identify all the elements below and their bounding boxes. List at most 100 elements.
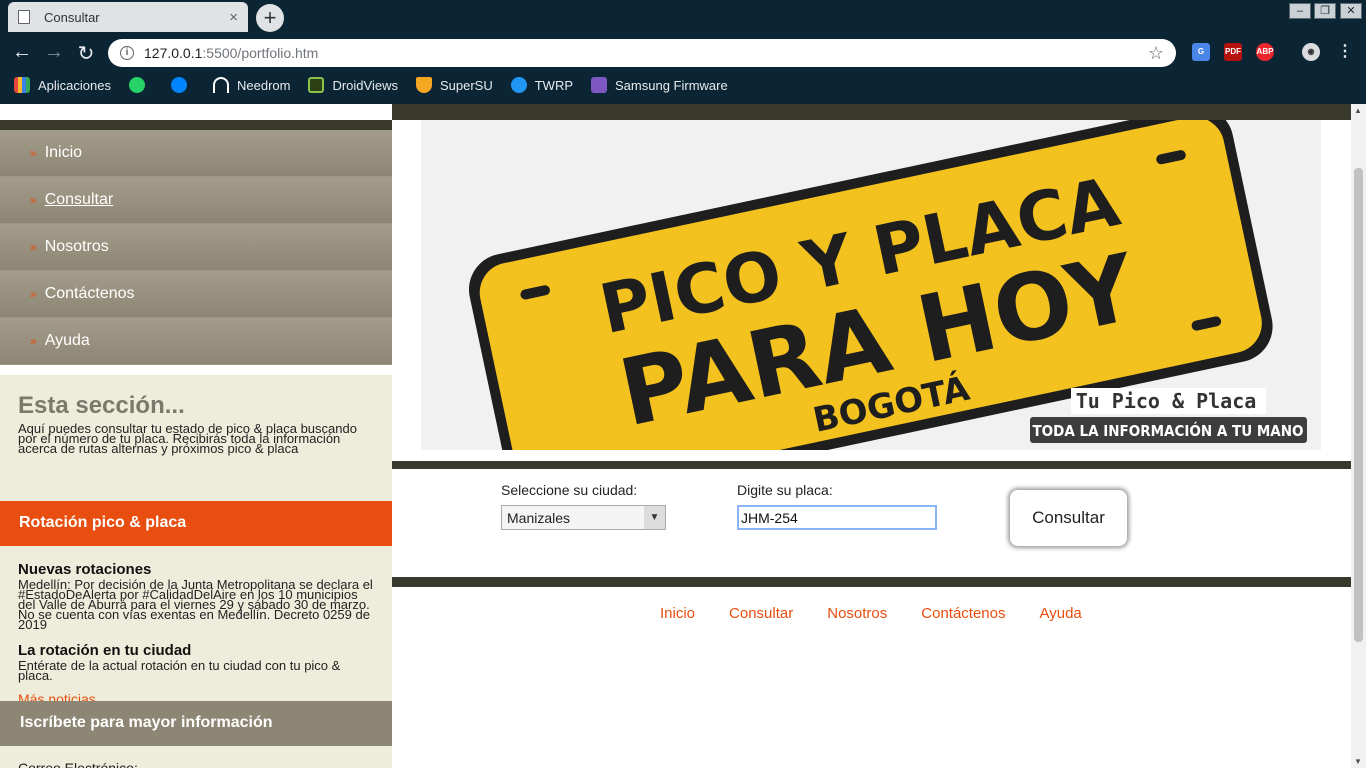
chevron-right-icon: » [30, 193, 37, 207]
sidebar-item-nosotros[interactable]: » Nosotros [0, 224, 392, 271]
news-title: La rotación en tu ciudad [18, 642, 192, 659]
new-tab-button[interactable]: + [256, 4, 284, 32]
footer-link-consultar[interactable]: Consultar [729, 605, 793, 622]
bookmarks-bar: Aplicaciones Needrom DroidViews SuperSU … [0, 72, 1366, 98]
consultar-button[interactable]: Consultar [1010, 490, 1127, 546]
restore-window-button[interactable]: ❐ [1314, 3, 1336, 19]
sidebar-dark-bar [0, 120, 392, 130]
footer-nav: Inicio Consultar Nosotros Contáctenos Ay… [660, 605, 1116, 622]
sidebar-item-label: Ayuda [44, 332, 90, 349]
news-text: Medellín: Por decisión de la Junta Metro… [18, 577, 373, 632]
banner-slogan1: Tu Pico & Placa [1076, 389, 1257, 413]
close-window-button[interactable]: ✕ [1340, 3, 1362, 19]
bookmark-aplicaciones[interactable]: Aplicaciones [14, 77, 111, 93]
twrp-icon [510, 77, 527, 93]
bookmark-droidviews[interactable]: DroidViews [308, 77, 398, 93]
header-dark-bar [392, 104, 1351, 120]
bookmark-label: Needrom [237, 77, 291, 93]
sidebar-item-label: Consultar [44, 191, 114, 208]
bookmark-label: Aplicaciones [38, 77, 111, 93]
city-label: Seleccione su ciudad: [501, 482, 638, 498]
scroll-up-arrow-icon[interactable]: ▲ [1354, 106, 1362, 115]
main-content: PICO Y PLACA PARA HOY BOGOTÁ Tu Pico & P… [392, 104, 1351, 768]
bookmark-whatsapp[interactable] [129, 77, 153, 93]
scroll-down-arrow-icon[interactable]: ▼ [1354, 757, 1362, 766]
footer-dark-bar [392, 577, 1351, 587]
rotation-heading: Rotación pico & placa [0, 501, 392, 546]
apps-grid-icon [14, 77, 30, 93]
whatsapp-icon [129, 77, 145, 93]
news-title: Nuevas rotaciones [18, 561, 152, 578]
page-viewport: » Inicio » Consultar » Nosotros » Contác… [0, 104, 1366, 768]
sidebar-item-ayuda[interactable]: » Ayuda [0, 318, 392, 365]
pdf-extension-icon[interactable]: PDF [1224, 43, 1242, 61]
subscribe-heading: Iscríbete para mayor información [0, 701, 392, 746]
chevron-right-icon: » [30, 146, 37, 160]
close-tab-icon[interactable]: × [229, 9, 238, 26]
bookmark-label: TWRP [534, 77, 574, 93]
droidviews-icon [308, 77, 325, 93]
news-text: Entérate de la actual rotación en tu ciu… [18, 658, 341, 683]
bookmark-supersu[interactable]: SuperSU [415, 77, 493, 93]
needrom-icon [213, 77, 229, 93]
sidebar-gap [0, 365, 392, 375]
city-select-value: Manizales [507, 510, 571, 526]
news-list: Nuevas rotaciones Medellín: Por decisión… [18, 561, 378, 707]
bookmark-messenger[interactable] [171, 77, 195, 93]
url-host: 127.0.0.1 [144, 45, 203, 61]
bookmark-needrom[interactable]: Needrom [213, 77, 290, 93]
bookmark-twrp[interactable]: TWRP [510, 77, 574, 93]
profile-avatar-icon[interactable]: ◉ [1302, 43, 1320, 61]
banner-slogan2: TODA LA INFORMACIÓN A TU MANO [1032, 421, 1303, 440]
samsung-firmware-icon [591, 77, 608, 93]
footer-link-nosotros[interactable]: Nosotros [827, 605, 887, 622]
chevron-right-icon: » [30, 287, 37, 301]
minimize-window-button[interactable]: – [1289, 3, 1311, 19]
back-arrow-icon[interactable]: ← [10, 41, 34, 64]
tab-title: Consultar [44, 9, 100, 25]
banner-bottom-bar [392, 461, 1351, 469]
sidebar-item-label: Inicio [44, 144, 83, 161]
chevron-right-icon: » [30, 240, 37, 254]
browser-tab[interactable]: Consultar × [8, 2, 248, 32]
forward-arrow-icon[interactable]: → [42, 41, 66, 64]
bookmark-samsung-firmware[interactable]: Samsung Firmware [591, 77, 728, 93]
footer-link-inicio[interactable]: Inicio [660, 605, 695, 622]
city-select[interactable]: Manizales ▼ [501, 505, 666, 530]
url-path: :5500/portfolio.htm [202, 45, 319, 61]
sidebar-top-spacer [0, 104, 392, 120]
section-title: Esta sección... [18, 392, 185, 419]
footer-link-contactenos[interactable]: Contáctenos [921, 605, 1005, 622]
supersu-icon [415, 77, 432, 93]
sidebar: » Inicio » Consultar » Nosotros » Contác… [0, 104, 392, 768]
browser-menu-icon[interactable]: ⋮ [1336, 43, 1354, 61]
plate-label: Digite su placa: [737, 482, 833, 498]
bookmark-label: DroidViews [332, 77, 398, 93]
sidebar-item-label: Contáctenos [44, 285, 135, 302]
footer-link-ayuda[interactable]: Ayuda [1040, 605, 1082, 622]
page-icon [18, 10, 30, 24]
adblock-extension-icon[interactable]: ABP [1256, 43, 1274, 61]
email-label: Correo Electrónico: [18, 760, 138, 768]
section-description: Aquí puedes consultar tu estado de pico … [18, 421, 357, 456]
page-scrollbar[interactable]: ▲ ▼ [1351, 104, 1366, 768]
plate-input[interactable] [737, 505, 937, 530]
scrollbar-thumb[interactable] [1354, 168, 1363, 642]
sidebar-item-label: Nosotros [44, 238, 109, 255]
sidebar-item-contactenos[interactable]: » Contáctenos [0, 271, 392, 318]
pico-placa-banner: PICO Y PLACA PARA HOY BOGOTÁ Tu Pico & P… [421, 120, 1321, 450]
chevron-down-icon: ▼ [644, 506, 665, 529]
address-bar[interactable]: i 127.0.0.1 :5500/portfolio.htm ☆ [108, 39, 1176, 67]
translate-extension-icon[interactable]: G [1192, 43, 1210, 61]
bookmark-label: Samsung Firmware [615, 77, 728, 93]
sidebar-item-inicio[interactable]: » Inicio [0, 130, 392, 177]
chevron-right-icon: » [30, 334, 37, 348]
sidebar-item-consultar[interactable]: » Consultar [0, 177, 392, 224]
bookmark-label: SuperSU [439, 77, 493, 93]
browser-chrome: Consultar × + – ❐ ✕ ← → ↻ i 127.0.0.1 :5… [0, 0, 1366, 104]
license-plate-image: PICO Y PLACA PARA HOY BOGOTÁ Tu Pico & P… [468, 120, 1307, 450]
reload-icon[interactable]: ↻ [74, 41, 98, 66]
bookmark-star-icon[interactable]: ☆ [1148, 43, 1164, 64]
site-info-icon[interactable]: i [120, 46, 134, 60]
messenger-icon [171, 77, 187, 93]
